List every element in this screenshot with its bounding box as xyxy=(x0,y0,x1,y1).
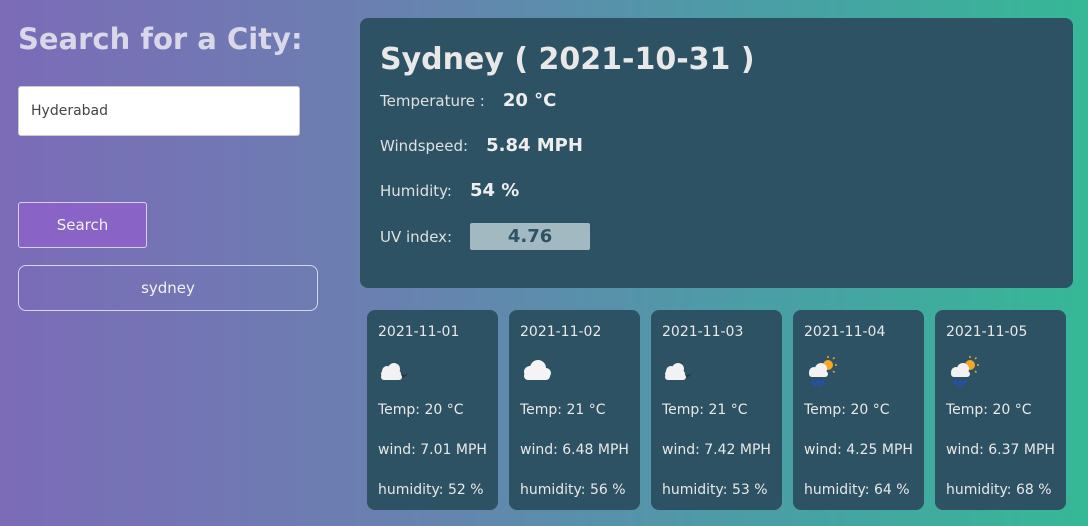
temperature-label: Temperature : xyxy=(380,91,485,110)
humidity-label: Humidity: xyxy=(380,181,452,200)
forecast-temp: Temp: 20 °C xyxy=(946,402,1032,418)
cloud-icon xyxy=(520,356,629,386)
temperature-row: Temperature : 20 °C xyxy=(380,90,556,111)
partly-cloudy-night-icon xyxy=(662,356,771,386)
uv-label: UV index: xyxy=(380,227,453,246)
forecast-wind: wind: 4.25 MPH xyxy=(804,442,913,458)
history-item-sydney[interactable]: sydney xyxy=(18,265,318,311)
humidity-row: Humidity: 54 % xyxy=(380,180,519,201)
uv-row: UV index: 4.76 xyxy=(380,223,591,250)
windspeed-row: Windspeed: 5.84 MPH xyxy=(380,135,583,156)
uv-index-badge: 4.76 xyxy=(470,223,591,250)
current-city-title: Sydney ( 2021-10-31 ) xyxy=(380,42,755,77)
forecast-temp: Temp: 21 °C xyxy=(662,402,748,418)
forecast-date: 2021-11-04 xyxy=(804,324,886,340)
forecast-card: 2021-11-03 Temp: 21 °C wind: 7.42 MPH humid… xyxy=(651,310,782,510)
forecast-temp: Temp: 20 °C xyxy=(804,402,890,418)
forecast-wind: wind: 6.48 MPH xyxy=(520,442,629,458)
forecast-wind: wind: 7.42 MPH xyxy=(662,442,771,458)
forecast-humidity: humidity: 68 % xyxy=(946,482,1052,498)
forecast-humidity: humidity: 64 % xyxy=(804,482,910,498)
current-weather-panel: Sydney ( 2021-10-31 ) Temperature : 20 °… xyxy=(360,18,1073,288)
search-title: Search for a City: xyxy=(18,22,303,56)
forecast-wind: wind: 6.37 MPH xyxy=(946,442,1055,458)
windspeed-label: Windspeed: xyxy=(380,136,469,155)
forecast-card: 2021-11-05 Temp: 20 °C wind: 6.37 MPH humid… xyxy=(935,310,1066,510)
humidity-value: 54 % xyxy=(469,180,520,201)
forecast-card: 2021-11-04 Temp: 20 °C wind: 4.25 MPH humid… xyxy=(793,310,924,510)
temperature-value: 20 °C xyxy=(502,90,557,111)
forecast-temp: Temp: 20 °C xyxy=(378,402,464,418)
partly-cloudy-night-icon xyxy=(378,356,487,386)
forecast-date: 2021-11-02 xyxy=(520,324,602,340)
search-button[interactable]: Search xyxy=(18,202,147,248)
sun-rain-icon xyxy=(946,356,1055,387)
city-search-input[interactable] xyxy=(18,86,300,136)
forecast-date: 2021-11-01 xyxy=(378,324,460,340)
forecast-humidity: humidity: 53 % xyxy=(662,482,768,498)
forecast-card: 2021-11-02 Temp: 21 °C wind: 6.48 MPH humid… xyxy=(509,310,640,510)
forecast-card: 2021-11-01 Temp: 20 °C wind: 7.01 MPH humid… xyxy=(367,310,498,510)
forecast-date: 2021-11-05 xyxy=(946,324,1028,340)
forecast-date: 2021-11-03 xyxy=(662,324,744,340)
windspeed-value: 5.84 MPH xyxy=(486,135,583,156)
forecast-temp: Temp: 21 °C xyxy=(520,402,606,418)
forecast-humidity: humidity: 56 % xyxy=(520,482,626,498)
sun-rain-icon xyxy=(804,356,913,387)
forecast-humidity: humidity: 52 % xyxy=(378,482,484,498)
forecast-wind: wind: 7.01 MPH xyxy=(378,442,487,458)
